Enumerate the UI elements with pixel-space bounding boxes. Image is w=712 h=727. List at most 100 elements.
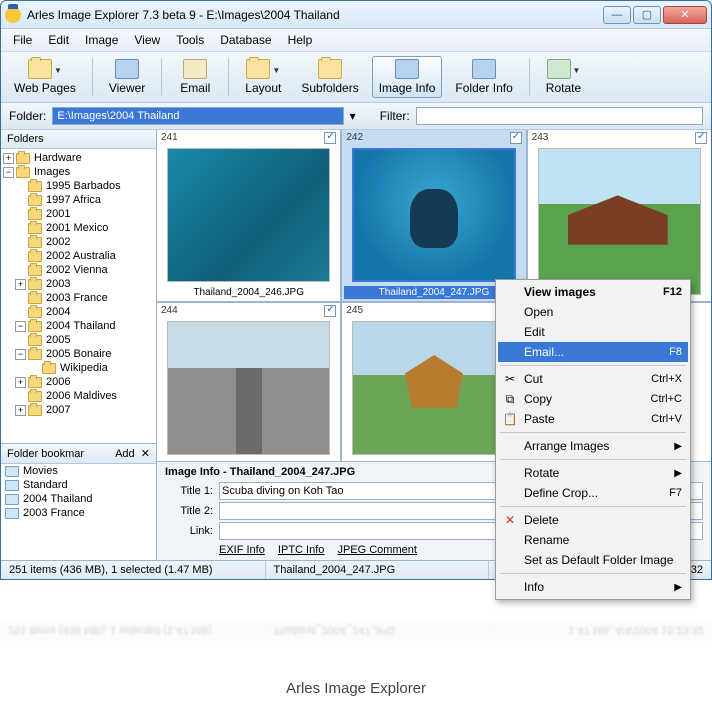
tree-expander-icon[interactable]: +	[15, 405, 26, 416]
folder-icon	[28, 349, 42, 360]
ctx-arrange-images[interactable]: Arrange Images▶	[498, 436, 688, 456]
tree-expander-icon[interactable]: +	[15, 279, 26, 290]
bookmark-add-button[interactable]: Add	[115, 448, 135, 460]
folder-icon	[28, 391, 42, 402]
thumb-image[interactable]	[167, 321, 330, 455]
tree-node[interactable]: +2002 Vienna	[1, 263, 156, 277]
maximize-button[interactable]: ▢	[633, 6, 661, 24]
tree-expander-icon[interactable]: +	[15, 377, 26, 388]
bookmark-item[interactable]: 2004 Thailand	[1, 492, 156, 506]
bookmarks-list[interactable]: MoviesStandard2004 Thailand2003 France	[1, 464, 156, 560]
ctx-view-images[interactable]: View imagesF12	[498, 282, 688, 302]
ctx-rotate[interactable]: Rotate▶	[498, 463, 688, 483]
folder-label: Folder:	[9, 109, 46, 123]
tree-node[interactable]: +2001	[1, 207, 156, 221]
ctx-delete[interactable]: ✕Delete	[498, 510, 688, 530]
tree-node[interactable]: +2003 France	[1, 291, 156, 305]
menu-tools[interactable]: Tools	[170, 31, 210, 49]
thumbnail-cell[interactable]: 242Thailand_2004_247.JPG	[342, 130, 525, 301]
menu-bar: FileEditImageViewToolsDatabase Help	[1, 29, 711, 52]
close-button[interactable]: ✕	[663, 6, 707, 24]
tree-expander-icon[interactable]: −	[3, 167, 14, 178]
ctx-email-[interactable]: Email...F8	[498, 342, 688, 362]
tree-node[interactable]: +2007	[1, 403, 156, 417]
bookmark-icon	[5, 466, 19, 477]
tree-node[interactable]: +2004	[1, 305, 156, 319]
ctx-cut[interactable]: ✂CutCtrl+X	[498, 369, 688, 389]
tree-node[interactable]: −2004 Thailand	[1, 319, 156, 333]
ctx-rename[interactable]: Rename	[498, 530, 688, 550]
folder-path-input[interactable]	[52, 107, 343, 125]
thumb-number: 243	[532, 132, 549, 143]
menu-file[interactable]: File	[7, 31, 38, 49]
tree-node[interactable]: +2006 Maldives	[1, 389, 156, 403]
thumbnail-cell[interactable]: 243	[528, 130, 711, 301]
ctx-open[interactable]: Open	[498, 302, 688, 322]
tree-node[interactable]: +1995 Barbados	[1, 179, 156, 193]
bookmark-item[interactable]: Standard	[1, 478, 156, 492]
thumb-image[interactable]	[352, 321, 515, 455]
tree-node[interactable]: +2005	[1, 333, 156, 347]
ctx-info[interactable]: Info▶	[498, 577, 688, 597]
menu-image[interactable]: Image	[79, 31, 124, 49]
thumb-checkbox[interactable]	[695, 132, 707, 144]
tree-node[interactable]: +Hardware	[1, 151, 156, 165]
toolbar-subfolders[interactable]: Subfolders	[294, 56, 365, 98]
toolbar-viewer[interactable]: Viewer	[102, 56, 152, 98]
ctx-copy[interactable]: ⧉CopyCtrl+C	[498, 389, 688, 409]
toolbar-rotate[interactable]: ▼Rotate	[539, 56, 588, 98]
subfolders-icon	[318, 59, 342, 79]
tab-exif[interactable]: EXIF Info	[219, 544, 265, 556]
ctx-paste[interactable]: 📋PasteCtrl+V	[498, 409, 688, 429]
bookmark-close-icon[interactable]: ✕	[141, 448, 150, 460]
menu-edit[interactable]: Edit	[42, 31, 75, 49]
web-pages-icon	[28, 59, 52, 79]
toolbar-email[interactable]: Email	[171, 56, 219, 98]
tree-node[interactable]: −2005 Bonaire	[1, 347, 156, 361]
tab-jpeg-comment[interactable]: JPEG Comment	[337, 544, 416, 556]
tree-node[interactable]: +Wikipedia	[1, 361, 156, 375]
folder-icon	[42, 363, 56, 374]
tree-expander-icon[interactable]: −	[15, 321, 26, 332]
folder-dropdown-icon[interactable]: ▾	[350, 109, 356, 123]
bookmark-item[interactable]: Movies	[1, 464, 156, 478]
thumb-number: 244	[161, 305, 178, 316]
toolbar-layout[interactable]: ▼Layout	[238, 56, 288, 98]
toolbar-folder-info[interactable]: Folder Info	[448, 56, 519, 98]
thumb-image[interactable]	[538, 148, 701, 295]
tab-iptc[interactable]: IPTC Info	[278, 544, 324, 556]
ctx-set-as-default-folder-image[interactable]: Set as Default Folder Image	[498, 550, 688, 570]
tree-node[interactable]: −Images	[1, 165, 156, 179]
tree-expander-icon[interactable]: +	[3, 153, 14, 164]
folder-icon	[28, 377, 42, 388]
toolbar-image-info[interactable]: Image Info	[372, 56, 443, 98]
tree-node[interactable]: +2003	[1, 277, 156, 291]
thumbnail-cell[interactable]: 244	[157, 303, 340, 461]
folder-icon	[28, 195, 42, 206]
tree-node[interactable]: +2002	[1, 235, 156, 249]
folder-icon	[28, 321, 42, 332]
tree-node[interactable]: +2001 Mexico	[1, 221, 156, 235]
filter-input[interactable]	[416, 107, 703, 125]
thumb-checkbox[interactable]	[510, 132, 522, 144]
menu-database[interactable]: Database	[214, 31, 277, 49]
thumb-image[interactable]	[352, 148, 515, 282]
tree-node[interactable]: +2002 Australia	[1, 249, 156, 263]
minimize-button[interactable]: —	[603, 6, 631, 24]
path-bar: Folder: ▾ Filter:	[1, 103, 711, 130]
thumb-checkbox[interactable]	[324, 132, 336, 144]
thumb-image[interactable]	[167, 148, 330, 282]
tree-expander-icon[interactable]: −	[15, 349, 26, 360]
menu-help[interactable]: Help	[282, 31, 319, 49]
app-icon	[5, 7, 21, 23]
tree-node[interactable]: +1997 Africa	[1, 193, 156, 207]
tree-node[interactable]: +2006	[1, 375, 156, 389]
bookmark-item[interactable]: 2003 France	[1, 506, 156, 520]
ctx-define-crop-[interactable]: Define Crop...F7	[498, 483, 688, 503]
menu-view[interactable]: View	[128, 31, 166, 49]
thumb-checkbox[interactable]	[324, 305, 336, 317]
ctx-edit[interactable]: Edit	[498, 322, 688, 342]
thumbnail-cell[interactable]: 241Thailand_2004_246.JPG	[157, 130, 340, 301]
folder-tree[interactable]: +Hardware−Images+1995 Barbados+1997 Afri…	[1, 149, 156, 444]
toolbar-web-pages[interactable]: ▼Web Pages	[7, 56, 83, 98]
